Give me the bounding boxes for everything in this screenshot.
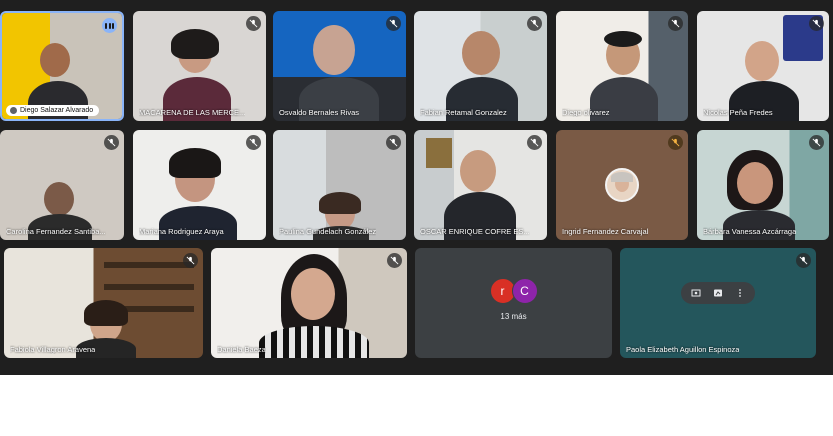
participant-tile[interactable]: MACARENA DE LAS MERCE... (133, 11, 266, 121)
participant-name: Daniela Baeza (217, 345, 266, 354)
participant-name: Nicolas Peña Fredes (703, 108, 773, 117)
participant-name: Mariana Rodriguez Araya (139, 227, 224, 236)
mic-off-icon (809, 16, 824, 31)
overflow-avatars: r C (489, 278, 538, 304)
participant-tile[interactable]: Fabiola Villagron Aravena (4, 248, 203, 358)
participant-tile[interactable]: Diego olivarez (556, 11, 688, 121)
participant-name: Diego olivarez (562, 108, 610, 117)
participant-name: Diego Salazar Alvarado (6, 105, 100, 116)
participant-name: Paola Elizabeth Aguillon Espinoza (626, 345, 740, 354)
participant-name: Ingrid Fernandez Carvajal (562, 227, 649, 236)
overflow-tile[interactable]: r C 13 más (415, 248, 612, 358)
participant-tile[interactable]: Daniela Baeza (211, 248, 407, 358)
mic-off-icon (246, 16, 261, 31)
participant-name: MACARENA DE LAS MERCE... (139, 108, 246, 117)
participant-name: OSCAR ENRIQUE COFRE ES... (420, 227, 530, 236)
participant-tile[interactable]: Nicolas Peña Fredes (697, 11, 829, 121)
participant-name: Bárbara Vanessa Azcárraga (703, 227, 797, 236)
mic-off-icon (527, 16, 542, 31)
participant-name: Carolina Fernandez Santiba... (6, 227, 106, 236)
participant-tile[interactable]: Carolina Fernandez Santiba... (0, 130, 124, 240)
overflow-count: 13 más (500, 312, 527, 321)
participant-tile[interactable]: Paulina Gundelach González (273, 130, 406, 240)
pin-icon[interactable] (687, 284, 705, 302)
avatar (605, 168, 639, 202)
participant-tile[interactable]: Paola Elizabeth Aguillon Espinoza (620, 248, 816, 358)
mic-off-icon (668, 135, 683, 150)
mic-off-icon (809, 135, 824, 150)
tile-controls (681, 282, 755, 304)
participant-name: Fabiola Villagron Aravena (10, 345, 96, 354)
mic-off-icon (668, 16, 683, 31)
participant-tile[interactable]: Bárbara Vanessa Azcárraga (697, 130, 829, 240)
participant-tile[interactable]: Diego Salazar Alvarado (0, 11, 124, 121)
participant-tile[interactable]: Osvaldo Bernales Rivas (273, 11, 406, 121)
participant-tile[interactable]: Mariana Rodriguez Araya (133, 130, 266, 240)
mic-off-icon (246, 135, 261, 150)
participant-tile[interactable]: Ingrid Fernandez Carvajal (556, 130, 688, 240)
meeting-grid: Diego Salazar Alvarado MACARENA DE LAS M… (0, 0, 833, 375)
mic-off-icon (796, 253, 811, 268)
audio-level-icon (102, 18, 117, 33)
participant-name: Osvaldo Bernales Rivas (279, 108, 360, 117)
participant-name-label: Diego Salazar Alvarado (20, 107, 94, 114)
participant-tile[interactable]: OSCAR ENRIQUE COFRE ES... (414, 130, 547, 240)
mic-off-icon (387, 253, 402, 268)
mic-off-icon (386, 16, 401, 31)
participant-tile[interactable]: Fabian Retamal Gonzalez (414, 11, 547, 121)
participant-name: Fabian Retamal Gonzalez (420, 108, 507, 117)
more-vert-icon[interactable] (731, 284, 749, 302)
mic-off-icon (104, 135, 119, 150)
avatar: C (511, 278, 538, 304)
mic-off-icon (183, 253, 198, 268)
effects-icon[interactable] (709, 284, 727, 302)
mic-off-icon (527, 135, 542, 150)
participant-name: Paulina Gundelach González (279, 227, 377, 236)
pin-icon (10, 107, 17, 114)
mic-off-icon (386, 135, 401, 150)
